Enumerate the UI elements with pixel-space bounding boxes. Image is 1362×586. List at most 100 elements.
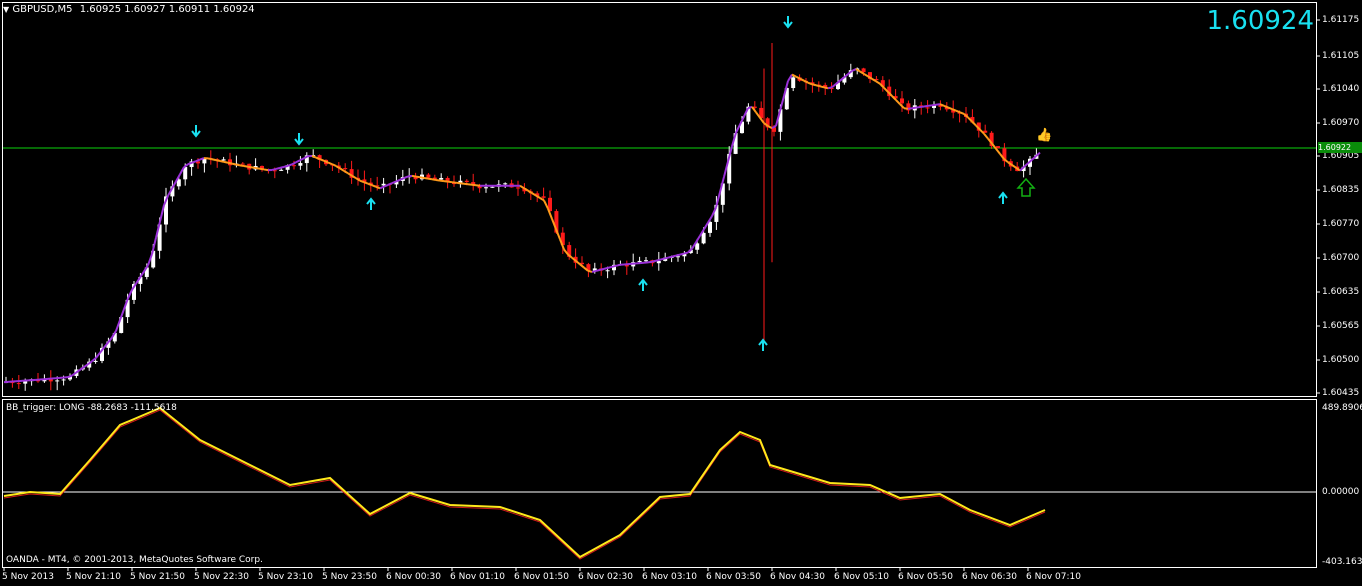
ma-segment (415, 175, 421, 179)
ma-segment (403, 175, 409, 180)
price-label: 1.60770 (1322, 219, 1360, 229)
ma-segment (679, 252, 685, 256)
candle-body (541, 196, 546, 198)
ma-segment (695, 235, 701, 243)
ma-segment (615, 263, 621, 267)
ma-segment (919, 105, 925, 109)
ma-segment (575, 260, 581, 266)
down-arrow-signal-icon (191, 125, 201, 138)
ma-segment (279, 165, 285, 169)
ma-segment (251, 166, 257, 170)
copyright-footer: OANDA - MT4, © 2001-2013, MetaQuotes Sof… (6, 555, 263, 565)
ma-segment (567, 253, 573, 259)
ma-segment (419, 176, 425, 179)
time-label: 6 Nov 01:50 (514, 572, 569, 582)
ma-segment (791, 73, 797, 78)
time-label: 6 Nov 05:50 (898, 572, 953, 582)
ma-segment (127, 289, 133, 299)
chart-window[interactable]: 👍 ▼ GBPUSD,M5 1.60925 1.60927 1.60911 1.… (0, 0, 1362, 586)
up-arrow-signal-icon (638, 278, 648, 291)
candle-body (490, 186, 495, 188)
candle-body (221, 159, 226, 161)
ma-segment (911, 106, 917, 110)
ma-segment (543, 200, 549, 210)
ma-segment (295, 159, 301, 164)
ma-segment (375, 185, 381, 190)
candle-body (503, 183, 508, 185)
ma-segment (535, 194, 541, 199)
candle-body (464, 180, 469, 183)
ma-segment (351, 174, 357, 180)
ma-segment (219, 160, 225, 163)
ma-segment (591, 269, 597, 273)
ma-segment (211, 158, 217, 162)
dropdown-triangle-icon[interactable]: ▼ (3, 5, 9, 14)
candle-body (298, 163, 303, 166)
ma-segment (287, 163, 293, 167)
time-label: 6 Nov 05:10 (834, 572, 889, 582)
candle-body (16, 383, 21, 385)
ma-segment (327, 161, 333, 166)
ma-segment (959, 111, 965, 115)
ma-segment (475, 184, 481, 187)
up-arrow-signal-icon (998, 191, 1008, 204)
ma-segment (579, 263, 585, 269)
ma-segment (831, 83, 837, 88)
ma-segment (943, 104, 949, 109)
ma-segment (811, 83, 817, 87)
ma-segment (231, 162, 237, 166)
time-label: 6 Nov 04:30 (770, 572, 825, 582)
ma-segment (903, 107, 909, 110)
ma-segment (271, 167, 277, 171)
price-label: 1.61105 (1322, 51, 1360, 61)
ma-segment (1031, 155, 1037, 161)
symbol-label: GBPUSD,M5 (12, 4, 73, 15)
ma-segment (671, 254, 677, 258)
oscillator-signal-line (3, 409, 1046, 560)
ma-segment (243, 165, 249, 168)
price-label: 1.60500 (1322, 355, 1360, 365)
indicator-pane-frame (2, 399, 1317, 568)
ma-segment (255, 167, 261, 170)
candle-body (240, 163, 245, 165)
candle-body (61, 379, 66, 381)
ma-segment (815, 84, 821, 88)
ma-segment (851, 68, 857, 72)
ma-segment (603, 266, 609, 270)
oscillator-lines (3, 406, 1046, 560)
time-label: 6 Nov 03:50 (706, 572, 761, 582)
ma-segment (819, 85, 825, 89)
time-label: 5 Nov 21:50 (130, 572, 185, 582)
price-chart[interactable]: 👍 (0, 0, 1362, 586)
ma-segment (907, 107, 913, 110)
ma-segment (423, 176, 429, 180)
indicator-axis-bottom: -403.1631 (1322, 557, 1362, 567)
ma-segment (439, 179, 445, 183)
ma-segment (979, 128, 985, 135)
ma-segment (655, 258, 661, 262)
ma-segment (431, 178, 437, 181)
ma-segment (95, 352, 101, 359)
candle-body (900, 98, 904, 104)
ma-segment (595, 268, 601, 272)
ma-segment (823, 86, 829, 90)
time-label: 5 Nov 22:30 (194, 572, 249, 582)
time-label: 5 Nov 21:10 (66, 572, 121, 582)
oscillator-main-line (3, 406, 1046, 559)
ma-segment (855, 68, 861, 73)
ohlc-values: 1.60925 1.60927 1.60911 1.60924 (79, 4, 255, 15)
price-label: 1.60635 (1322, 287, 1360, 297)
ma-segment (227, 161, 233, 165)
time-label: 6 Nov 01:10 (450, 572, 505, 582)
candle-body (55, 380, 60, 382)
time-label: 6 Nov 06:30 (962, 572, 1017, 582)
time-label: 6 Nov 02:30 (578, 572, 633, 582)
ma-segment (703, 222, 709, 230)
ma-segment (1011, 164, 1017, 169)
ma-segment (611, 264, 617, 268)
ma-segment (435, 178, 441, 182)
ma-segment (407, 174, 413, 178)
up-arrow-signal-icon (758, 338, 768, 351)
price-label: 1.60435 (1322, 388, 1360, 398)
down-arrow-signal-icon (783, 16, 793, 29)
